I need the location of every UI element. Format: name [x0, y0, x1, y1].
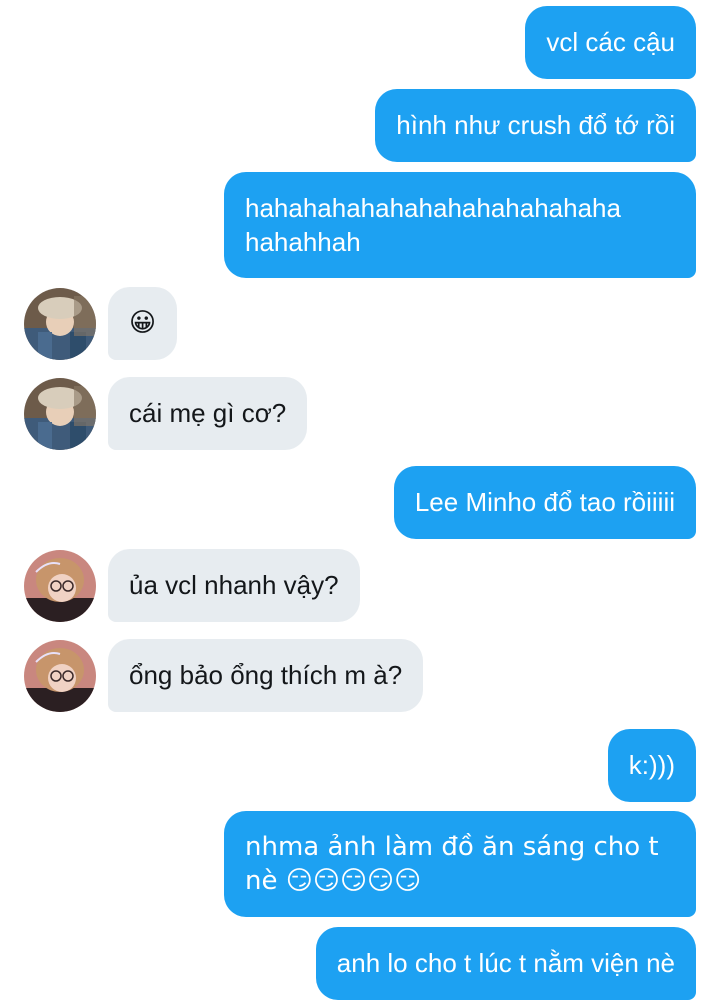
- avatar-user-beret-icon: [24, 378, 96, 450]
- incoming-message[interactable]: ổng bảo ổng thích m à?: [108, 639, 424, 712]
- outgoing-message[interactable]: nhma ảnh làm đồ ăn sáng cho t nè 😏😏😏😏😏: [224, 811, 696, 917]
- outgoing-message[interactable]: anh lo cho t lúc t nằm viện nè: [315, 927, 696, 1000]
- outgoing-message[interactable]: k:))): [607, 729, 696, 802]
- incoming-message[interactable]: 😀: [108, 287, 178, 360]
- outgoing-message[interactable]: hình như crush đổ tớ rồi: [375, 89, 696, 162]
- outgoing-message[interactable]: hahahahahahahahahahahahaha hahahhah: [224, 172, 696, 278]
- avatar-user-glasses-icon: [24, 640, 96, 712]
- outgoing-message[interactable]: vcl các cậu: [525, 6, 696, 79]
- incoming-message[interactable]: cái mẹ gì cơ?: [108, 377, 308, 450]
- avatar[interactable]: [24, 640, 96, 712]
- incoming-message[interactable]: ủa vcl nhanh vậy?: [108, 549, 360, 622]
- avatar[interactable]: [24, 550, 96, 622]
- avatar[interactable]: [24, 288, 96, 360]
- avatar-user-beret-icon: [24, 288, 96, 360]
- avatar[interactable]: [24, 378, 96, 450]
- avatar-user-glasses-icon: [24, 550, 96, 622]
- outgoing-message[interactable]: Lee Minho đổ tao rồiiiii: [393, 466, 696, 539]
- conversation-thread: vcl các cậu hình như crush đổ tớ rồi hah…: [0, 0, 720, 1003]
